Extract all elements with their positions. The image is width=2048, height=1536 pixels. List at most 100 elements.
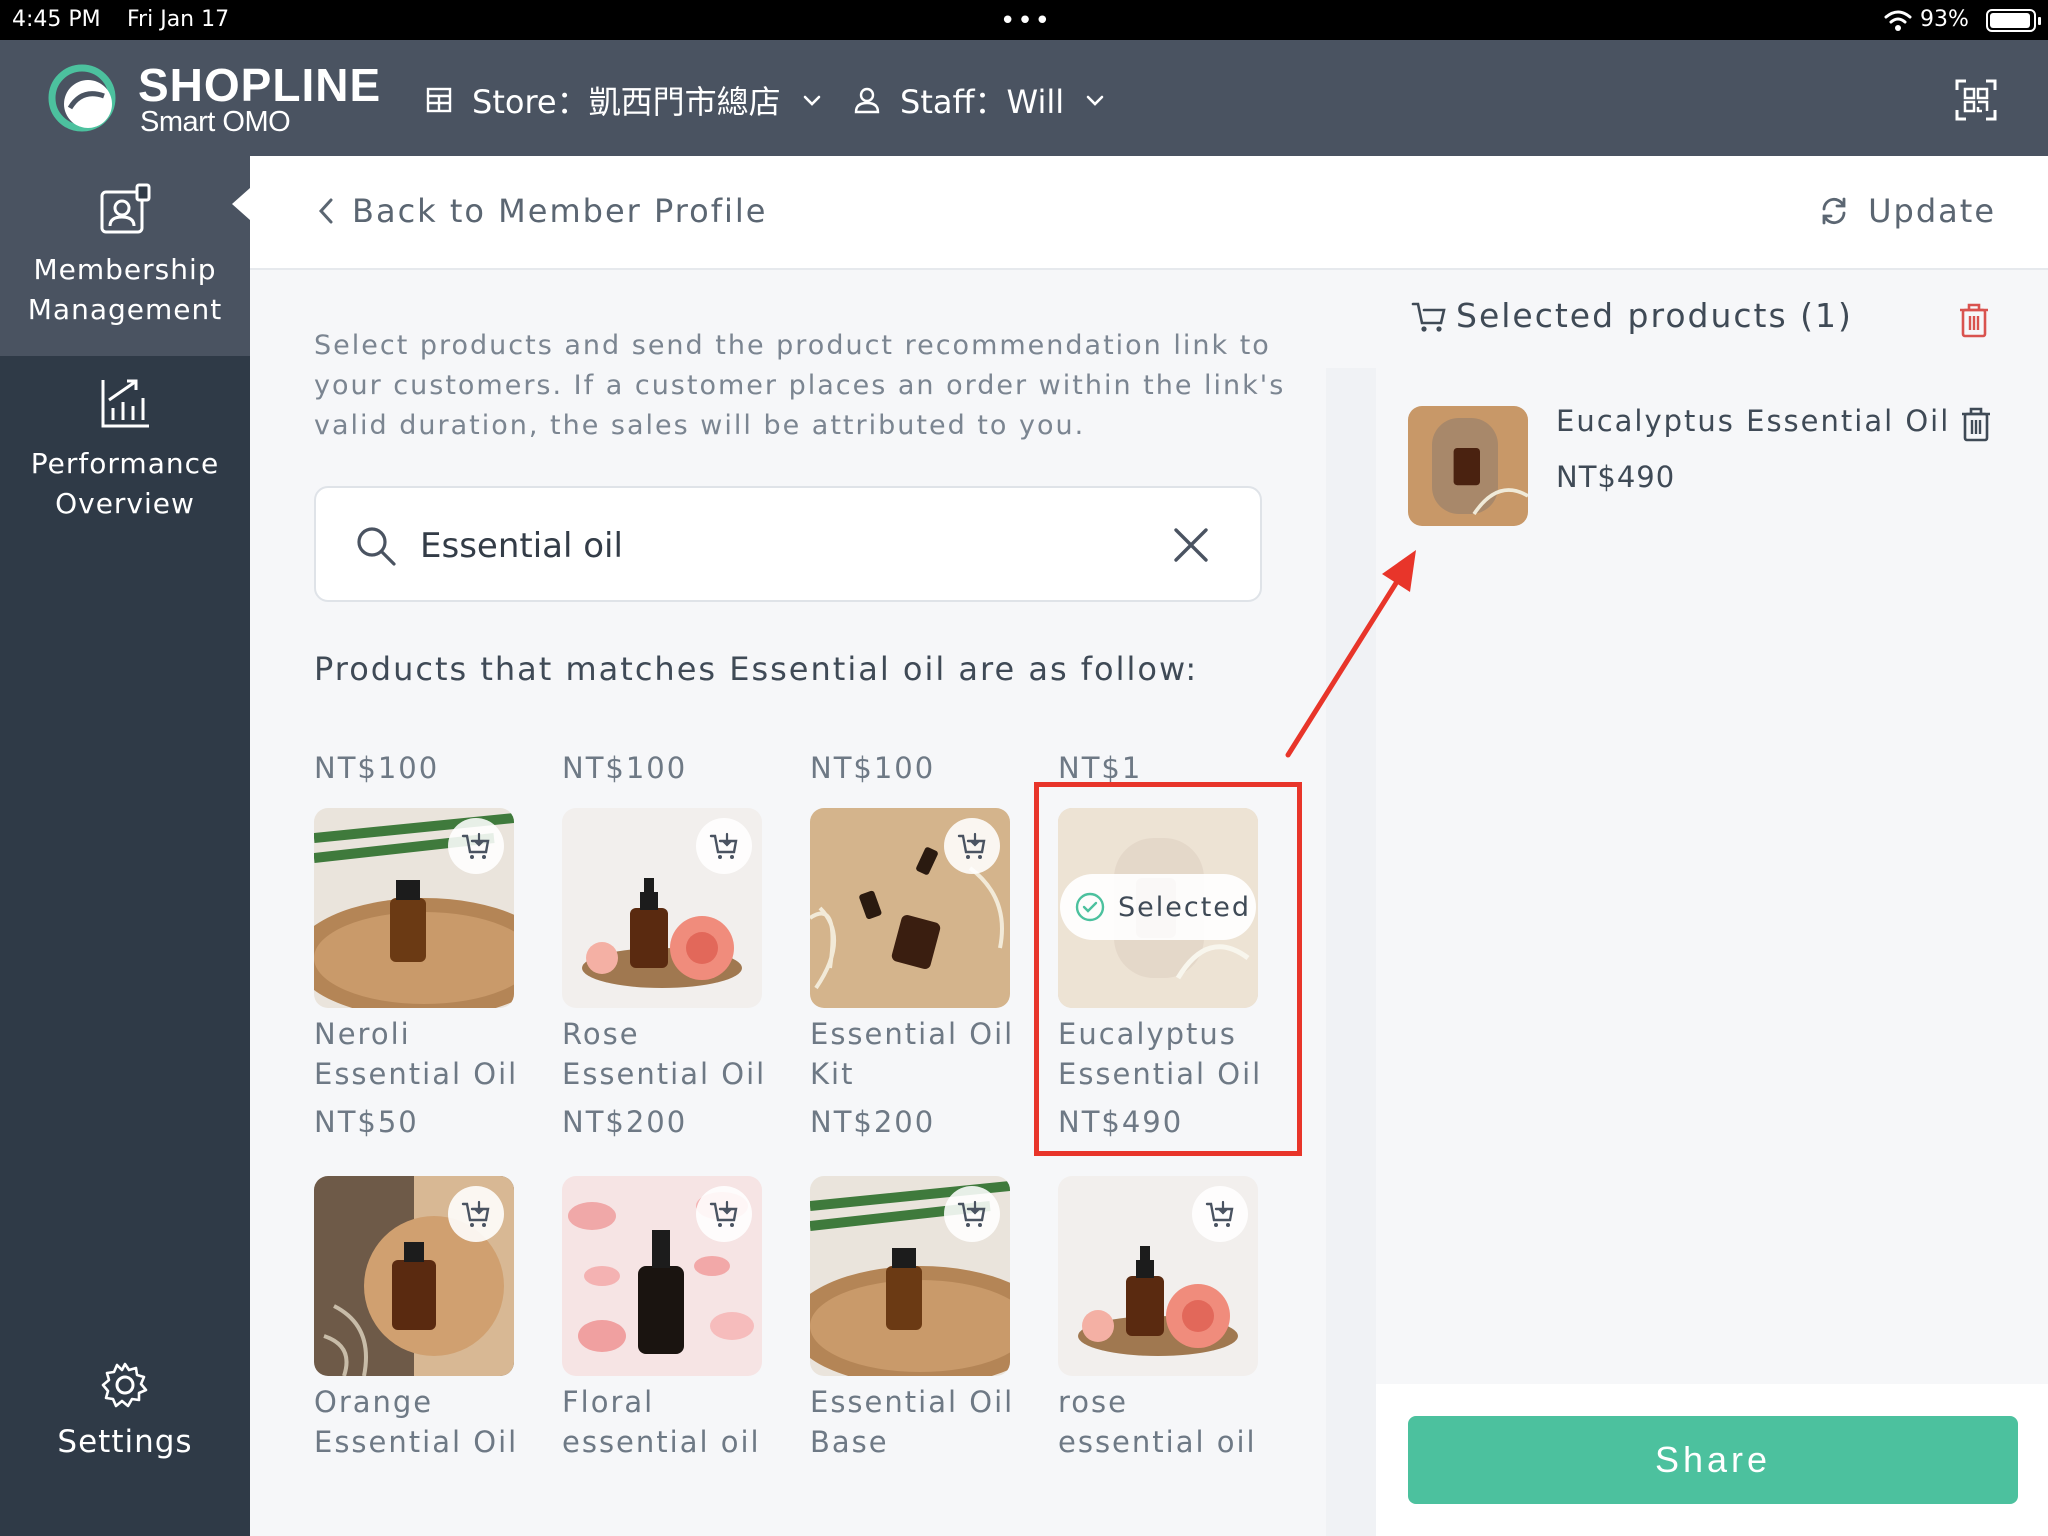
product-photo	[1408, 406, 1528, 526]
brand-name: SHOPLINE	[138, 59, 382, 111]
back-link-label: Back to Member Profile	[352, 192, 768, 230]
sidebar-item-label: Performance	[30, 447, 220, 480]
product-name: Floral essential oil	[562, 1382, 772, 1462]
add-to-cart-icon	[709, 832, 738, 859]
product-name-line: Essential Oil	[314, 1425, 519, 1459]
top-header: SHOPLINE Smart OMO Store：凱西門市總店 Staff：Wi…	[0, 40, 2048, 156]
wifi-icon	[1884, 10, 1912, 31]
status-time: 4:45 PM	[12, 7, 101, 32]
selected-products-header: Selected products (1)	[1326, 270, 2048, 368]
add-to-cart-button[interactable]	[696, 1186, 752, 1242]
product-image[interactable]	[1058, 1176, 1258, 1376]
product-card: NT$100 Rose Essential Oil NT$200	[562, 751, 772, 1142]
add-to-cart-icon	[957, 1200, 986, 1227]
product-name: Essential Oil Kit	[810, 1014, 1020, 1094]
trash-icon[interactable]	[1954, 300, 1994, 340]
add-to-cart-icon	[1205, 1200, 1234, 1227]
product-name-line: Essential Oil	[810, 1385, 1015, 1419]
product-name-line: rose	[1058, 1385, 1128, 1419]
product-name: Neroli Essential Oil	[314, 1014, 524, 1094]
product-card: NT$100 Essential Oil Kit NT$200	[810, 751, 1020, 1142]
selected-product-name: Eucalyptus Essential Oil	[1556, 404, 1951, 438]
add-to-cart-button[interactable]	[448, 1186, 504, 1242]
store-icon	[426, 87, 452, 113]
sidebar-item-label: Management	[27, 293, 223, 326]
selected-product-image	[1408, 406, 1528, 526]
sidebar: Membership Management Performance Overvi…	[0, 156, 250, 1536]
selected-products-count: Selected products (1)	[1456, 296, 1853, 335]
staff-icon	[854, 87, 880, 114]
staff-selector[interactable]: Staff：Will	[852, 78, 1106, 122]
back-to-member-profile-link[interactable]: Back to Member Profile	[316, 192, 767, 230]
add-to-cart-button[interactable]	[696, 818, 752, 874]
product-card: Essential Oil Base	[810, 1176, 1020, 1462]
instruction-text: Select products and send the product rec…	[314, 330, 1286, 441]
product-name-line: Kit	[810, 1057, 855, 1091]
status-date: Fri Jan 17	[127, 7, 230, 32]
trash-icon[interactable]	[1956, 404, 1996, 444]
product-name-line: Rose	[562, 1017, 640, 1051]
product-image[interactable]	[810, 1176, 1010, 1376]
add-to-cart-button[interactable]	[1192, 1186, 1248, 1242]
close-icon[interactable]	[1170, 524, 1212, 566]
chevron-down-icon	[1086, 95, 1104, 106]
member-card-icon	[100, 183, 151, 234]
chart-icon	[101, 379, 149, 428]
multitask-dots[interactable]: •••	[1000, 6, 1052, 36]
search-box	[314, 486, 1262, 602]
product-image[interactable]	[562, 808, 762, 1008]
sidebar-item-settings[interactable]: Settings	[0, 1360, 250, 1480]
product-card: rose essential oil	[1058, 1176, 1268, 1462]
refresh-icon	[1822, 197, 1846, 225]
product-image[interactable]	[810, 808, 1010, 1008]
add-to-cart-icon	[957, 832, 986, 859]
sidebar-item-label: Settings	[57, 1424, 193, 1460]
product-card: NT$100 Neroli Essential Oil NT$50	[314, 751, 524, 1142]
product-price: NT$200	[562, 1105, 688, 1139]
share-footer: Share	[1376, 1384, 2048, 1536]
main-top-bar: Back to Member Profile Update	[250, 156, 2048, 270]
store-selector[interactable]: Store：凱西門市總店	[424, 78, 823, 122]
annotation-arrow-icon	[1285, 550, 1416, 758]
product-name: Rose Essential Oil	[562, 1014, 772, 1094]
store-label: Store：凱西門市總店	[472, 83, 781, 121]
search-icon	[357, 527, 396, 566]
product-name: rose essential oil	[1058, 1382, 1268, 1462]
chevron-left-icon	[318, 198, 333, 224]
highlight-box	[1034, 782, 1302, 1156]
sidebar-item-membership-management[interactable]: Membership Management	[0, 156, 250, 356]
product-price: NT$50	[314, 1105, 419, 1139]
product-name-line: Essential Oil	[314, 1057, 519, 1091]
product-price-prev: NT$100	[562, 751, 688, 785]
product-name: Orange Essential Oil	[314, 1382, 524, 1462]
product-price-prev: NT$100	[314, 751, 440, 785]
share-button[interactable]: Share	[1408, 1416, 2018, 1504]
product-name: Essential Oil Base	[810, 1382, 1020, 1462]
product-name-line: essential oil	[1058, 1425, 1257, 1459]
results-heading: Products that matches Essential oil are …	[314, 650, 1199, 688]
battery-percentage: 93%	[1920, 7, 1969, 32]
product-image[interactable]	[314, 1176, 514, 1376]
product-card: Orange Essential Oil	[314, 1176, 524, 1462]
product-name-line: essential oil	[562, 1425, 761, 1459]
product-name-line: Essential Oil	[810, 1017, 1015, 1051]
qr-scan-icon[interactable]	[1954, 78, 1998, 122]
product-name-line: Essential Oil	[562, 1057, 767, 1091]
product-price-prev: NT$100	[810, 751, 936, 785]
product-price: NT$200	[810, 1105, 936, 1139]
product-card: Floral essential oil	[562, 1176, 772, 1462]
product-name-line: Orange	[314, 1385, 434, 1419]
add-to-cart-icon	[461, 1200, 490, 1227]
chevron-down-icon	[803, 95, 820, 106]
sidebar-item-performance-overview[interactable]: Performance Overview	[0, 376, 250, 556]
add-to-cart-button[interactable]	[944, 818, 1000, 874]
product-name-line: Neroli	[314, 1017, 411, 1051]
search-input[interactable]	[420, 518, 1160, 574]
add-to-cart-button[interactable]	[448, 818, 504, 874]
product-image[interactable]	[562, 1176, 762, 1376]
product-image[interactable]	[314, 808, 514, 1008]
add-to-cart-icon	[461, 832, 490, 859]
add-to-cart-icon	[709, 1200, 738, 1227]
update-button[interactable]: Update	[1818, 192, 1996, 230]
add-to-cart-button[interactable]	[944, 1186, 1000, 1242]
